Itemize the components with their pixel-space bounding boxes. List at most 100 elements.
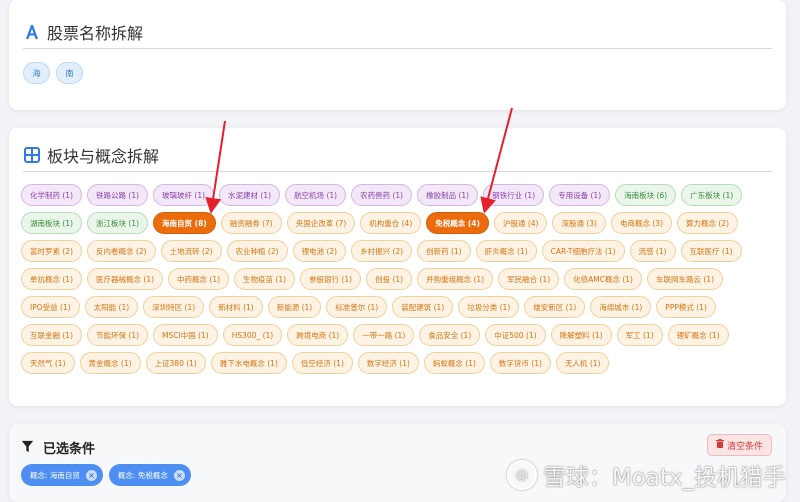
concept-tag[interactable]: 锂矿概念 (1): [667, 324, 729, 346]
concept-tag[interactable]: 蚂蚁概念 (1): [423, 352, 485, 374]
divider: [23, 171, 772, 172]
concept-tag[interactable]: 互联医疗 (1): [680, 240, 742, 262]
concept-tag[interactable]: 数字经济 (1): [357, 352, 419, 374]
region-tag[interactable]: 湖南板块 (1): [21, 212, 83, 234]
tag-list: 化学制药 (1) 铁路公路 (1) 玻璃玻纤 (1) 水泥建材 (1) 航空机场 (1)…: [21, 184, 773, 374]
industry-tag[interactable]: 玻璃玻纤 (1): [153, 184, 215, 206]
concept-tag[interactable]: 央国企改革 (7): [286, 212, 356, 234]
concept-tag[interactable]: 新能源 (1): [267, 296, 322, 318]
industry-tag[interactable]: 钢铁行业 (1): [483, 184, 545, 206]
concept-tag[interactable]: 化债AMC概念 (1): [564, 268, 642, 290]
region-tag[interactable]: 浙江板块 (1): [87, 212, 149, 234]
stock-name-title: 股票名称拆解: [47, 24, 144, 43]
grid-icon: [23, 146, 41, 164]
concept-tag[interactable]: 流感 (1): [629, 240, 676, 262]
trash-icon: [715, 439, 724, 451]
industry-tag[interactable]: 化学制药 (1): [21, 184, 83, 206]
region-tag[interactable]: 广东板块 (1): [681, 184, 743, 206]
name-char-chip[interactable]: 海: [23, 62, 50, 84]
concept-tag[interactable]: 雄安新区 (1): [524, 296, 586, 318]
concept-tag[interactable]: 乡村振兴 (2): [351, 240, 413, 262]
industry-tag[interactable]: 水泥建材 (1): [219, 184, 281, 206]
concept-tag[interactable]: 电商概念 (3): [610, 212, 672, 234]
concept-tag[interactable]: 算力概念 (2): [677, 212, 739, 234]
concept-tag[interactable]: 生物疫苗 (1): [234, 268, 296, 290]
concept-tag[interactable]: 锂电池 (2): [292, 240, 347, 262]
sector-concept-header: 板块与概念拆解: [23, 143, 159, 167]
xueqiu-watermark: ◎ 雪球：Moatx_投机猎手: [506, 458, 786, 492]
stock-name-header: 股票名称拆解: [23, 20, 143, 44]
concept-tag[interactable]: 雅下水电概念 (1): [210, 352, 287, 374]
selected-conditions-header: 已选条件: [21, 438, 95, 457]
selected-condition-chip[interactable]: 概念: 海南自贸 ×: [21, 464, 103, 486]
divider: [23, 48, 772, 49]
concept-tag[interactable]: 互联金融 (1): [21, 324, 83, 346]
concept-tag[interactable]: 低空经济 (1): [291, 352, 353, 374]
concept-tag[interactable]: 数字货币 (1): [489, 352, 551, 374]
concept-tag[interactable]: 一带一路 (1): [353, 324, 415, 346]
concept-tag[interactable]: IPO受益 (1): [21, 296, 80, 318]
concept-tag[interactable]: 土地流转 (2): [160, 240, 222, 262]
concept-tag[interactable]: 反内卷概念 (2): [87, 240, 156, 262]
xueqiu-logo: ◎: [506, 460, 537, 490]
concept-tag[interactable]: 融资融券 (7): [220, 212, 282, 234]
concept-tag[interactable]: HS300_ (1): [222, 324, 283, 346]
sector-concept-card: 板块与概念拆解 化学制药 (1) 铁路公路 (1) 玻璃玻纤 (1) 水泥建材 (1)…: [9, 128, 786, 406]
concept-tag[interactable]: 降解塑料 (1): [550, 324, 612, 346]
selected-condition-chip[interactable]: 概念: 免税概念 ×: [108, 464, 191, 486]
selected-condition-label: 概念: 免税概念: [117, 470, 168, 480]
sector-concept-title: 板块与概念拆解: [47, 147, 160, 166]
concept-tag[interactable]: 并购重组概念 (1): [417, 268, 494, 290]
concept-tag[interactable]: 中药概念 (1): [168, 268, 230, 290]
concept-tag[interactable]: 深股通 (3): [552, 212, 606, 234]
concept-tag[interactable]: 天然气 (1): [21, 352, 75, 374]
name-chip-list: 海南: [23, 62, 83, 84]
concept-tag[interactable]: 参股银行 (1): [300, 268, 362, 290]
concept-tag[interactable]: 富时罗素 (2): [21, 240, 83, 262]
concept-tag[interactable]: 中证500 (1): [485, 324, 546, 346]
concept-tag[interactable]: 无人机 (1): [555, 352, 610, 374]
concept-tag[interactable]: 垃圾分类 (1): [458, 296, 520, 318]
industry-tag[interactable]: 农药兽药 (1): [351, 184, 413, 206]
concept-tag[interactable]: 机构重仓 (4): [360, 212, 422, 234]
concept-tag[interactable]: 上证380 (1): [145, 352, 206, 374]
industry-tag[interactable]: 铁路公路 (1): [87, 184, 149, 206]
font-a-icon: [23, 23, 41, 41]
concept-tag-selected[interactable]: 免税概念 (4): [426, 212, 489, 234]
industry-tag[interactable]: 橡胶制品 (1): [417, 184, 479, 206]
name-char-chip[interactable]: 南: [56, 62, 83, 84]
concept-tag[interactable]: 标准普尔 (1): [326, 296, 388, 318]
concept-tag[interactable]: 节能环保 (1): [87, 324, 149, 346]
close-icon[interactable]: ×: [85, 469, 97, 481]
concept-tag[interactable]: 食品安全 (1): [419, 324, 481, 346]
close-icon[interactable]: ×: [173, 469, 185, 481]
filter-icon: [21, 440, 37, 456]
concept-tag[interactable]: 太阳能 (1): [84, 296, 139, 318]
concept-tag[interactable]: PPP模式 (1): [656, 296, 716, 318]
concept-tag[interactable]: 黄金概念 (1): [79, 352, 141, 374]
concept-tag[interactable]: 农业种植 (2): [226, 240, 288, 262]
concept-tag[interactable]: 创投 (1): [366, 268, 413, 290]
concept-tag[interactable]: 创新药 (1): [417, 240, 471, 262]
concept-tag[interactable]: 单抗概念 (1): [21, 268, 83, 290]
concept-tag[interactable]: 装配建筑 (1): [392, 296, 454, 318]
concept-tag[interactable]: 肝炎概念 (1): [475, 240, 537, 262]
industry-tag[interactable]: 航空机场 (1): [285, 184, 347, 206]
clear-conditions-button[interactable]: 清空条件: [706, 434, 772, 456]
concept-tag[interactable]: 新材料 (1): [209, 296, 263, 318]
concept-tag[interactable]: 医疗器械概念 (1): [87, 268, 164, 290]
concept-tag[interactable]: CAR-T细胞疗法 (1): [541, 240, 625, 262]
concept-tag[interactable]: MSCI中国 (1): [153, 324, 218, 346]
concept-tag[interactable]: 沪股通 (4): [493, 212, 548, 234]
region-tag[interactable]: 海南板块 (6): [615, 184, 677, 206]
selected-chip-list: 概念: 海南自贸 × 概念: 免税概念 ×: [21, 464, 191, 486]
concept-tag[interactable]: 军工 (1): [616, 324, 663, 346]
concept-tag[interactable]: 军民融合 (1): [498, 268, 560, 290]
concept-tag[interactable]: 海绵城市 (1): [590, 296, 652, 318]
industry-tag[interactable]: 专用设备 (1): [549, 184, 611, 206]
concept-tag-selected[interactable]: 海南自贸 (8): [153, 212, 216, 234]
concept-tag[interactable]: 车联网车路云 (1): [646, 268, 723, 290]
selected-conditions-title: 已选条件: [43, 442, 96, 457]
concept-tag[interactable]: 深圳特区 (1): [143, 296, 205, 318]
concept-tag[interactable]: 跨境电商 (1): [287, 324, 349, 346]
